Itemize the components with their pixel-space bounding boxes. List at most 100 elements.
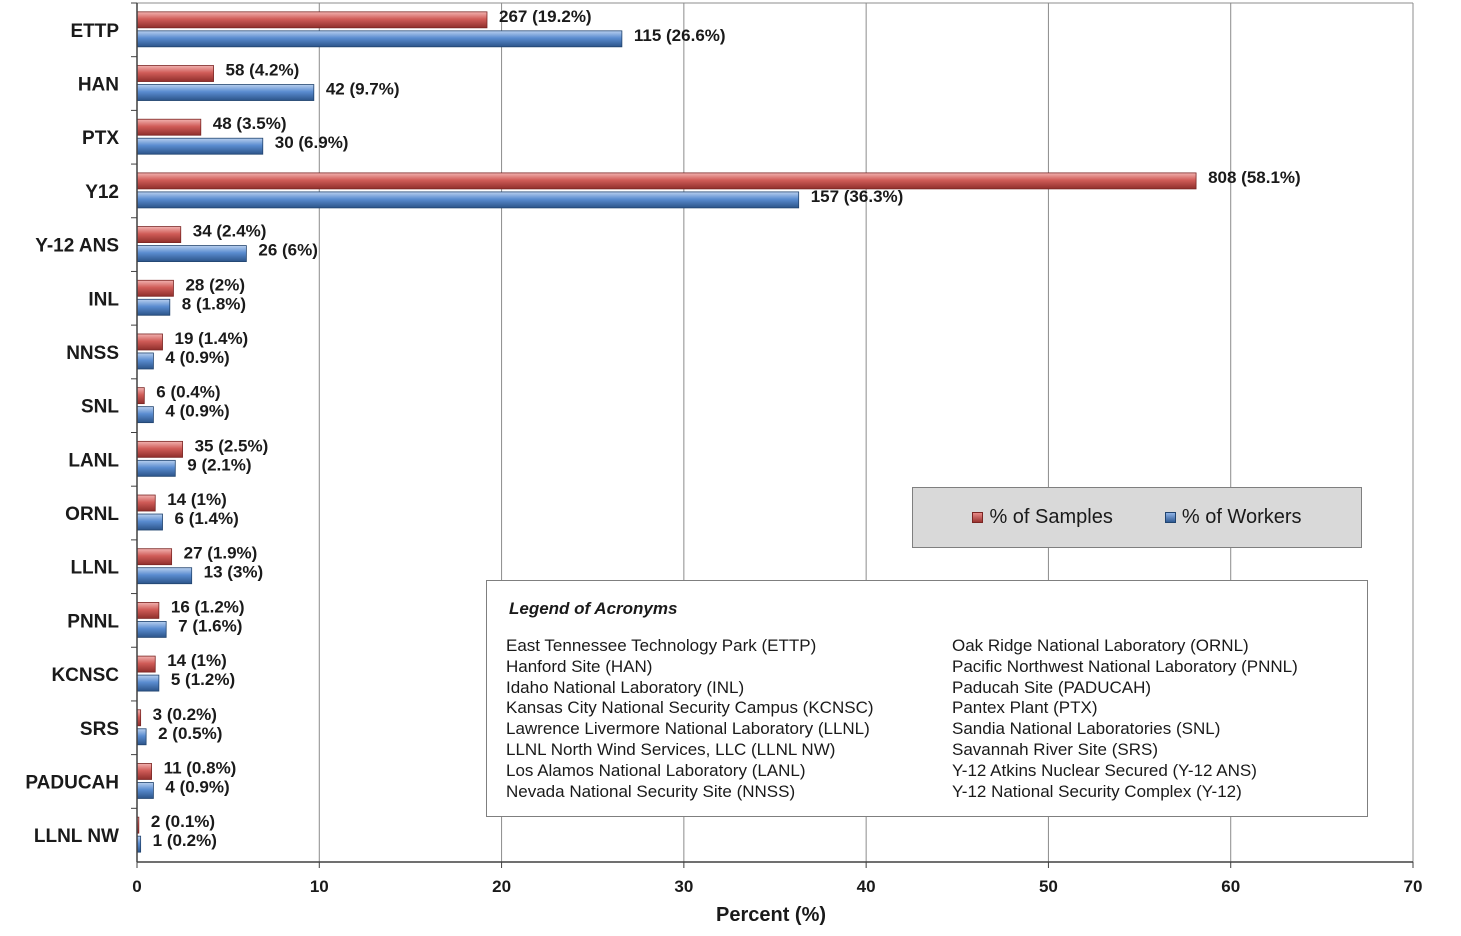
bar-samples [136,494,156,512]
bar-workers [136,782,154,799]
bar-workers [136,137,264,155]
category-label: SRS [80,719,119,740]
bar-samples [136,11,488,29]
bar-workers [136,30,623,48]
data-label-workers: 2 (0.5%) [158,724,222,743]
category-label: Y12 [85,182,119,203]
acronym-entry: Y-12 Atkins Nuclear Secured (Y-12 ANS) [952,760,1257,780]
acronym-entry: Oak Ridge National Laboratory (ORNL) [952,636,1249,655]
x-tick-label: 20 [492,877,511,896]
bar-samples [136,440,183,458]
bar-samples [136,602,160,619]
category-label: ETTP [70,21,119,42]
bar-samples [136,65,214,82]
data-label-samples: 34 (2.4%) [193,222,267,241]
category-label: HAN [78,75,119,96]
data-label-workers: 157 (36.3%) [811,187,904,206]
category-label: PTX [82,128,119,149]
acronym-entry: Pacific Northwest National Laboratory (P… [952,656,1298,676]
acronym-entry: Savannah River Site (SRS) [952,739,1158,759]
category-label: LLNL NW [34,826,119,847]
legend-swatch-samples [972,512,984,523]
x-axis-title: Percent (%) [716,904,826,926]
category-label: SNL [81,397,119,418]
data-label-samples: 28 (2%) [185,275,245,294]
bar-workers [136,84,315,101]
acronym-entry: Lawrence Livermore National Laboratory (… [506,719,870,739]
bar-workers [136,567,193,585]
acronym-entry: LLNL North Wind Services, LLC (LLNL NW) [506,739,836,759]
category-label: NNSS [66,343,119,364]
acronym-entry: Pantex Plant (PTX) [952,698,1098,718]
category-label: ORNL [65,504,119,525]
bar-samples [136,655,156,673]
x-tick-label: 70 [1404,877,1423,896]
data-label-workers: 42 (9.7%) [326,80,400,99]
bar-workers [136,728,147,746]
bar-workers [136,191,800,209]
category-label: PNNL [67,611,119,632]
data-label-workers: 1 (0.2%) [153,831,217,850]
bar-samples [136,226,182,243]
x-tick-label: 10 [310,877,329,896]
legend-item-workers: % of Workers [1164,506,1302,529]
acronym-entry: Idaho National Laboratory (INL) [506,677,745,697]
data-label-workers: 7 (1.6%) [178,616,242,635]
legend-item-samples: % of Samples [972,506,1113,529]
data-label-workers: 4 (0.9%) [165,402,229,421]
x-tick-label: 40 [857,877,876,896]
bar-samples [136,279,174,297]
legend-label-samples: % of Samples [989,506,1113,528]
data-label-samples: 14 (1%) [167,651,227,670]
data-label-samples: 267 (19.2%) [499,7,592,26]
data-label-samples: 3 (0.2%) [153,705,217,724]
data-label-workers: 13 (3%) [204,563,264,582]
data-label-samples: 16 (1.2%) [171,597,245,616]
acronym-column-right: Oak Ridge National Laboratory (ORNL) Pac… [952,636,1298,802]
acronym-entry: Y-12 National Security Complex (Y-12) [952,781,1242,801]
data-label-samples: 11 (0.8%) [164,758,237,777]
data-label-samples: 27 (1.9%) [184,544,258,563]
data-label-samples: 19 (1.4%) [175,329,249,348]
acronym-legend-title: Legend of Acronyms [509,599,678,618]
acronym-entry: Paducah Site (PADUCAH) [952,677,1152,697]
category-label: Y-12 ANS [35,236,119,257]
acronym-legend: Legend of Acronyms East Tennessee Techno… [486,580,1368,817]
data-label-workers: 5 (1.2%) [171,670,235,689]
data-label-samples: 58 (4.2%) [226,61,300,80]
x-tick-label: 30 [674,877,693,896]
data-label-workers: 4 (0.9%) [165,777,229,796]
bar-workers [136,674,160,692]
bar-workers [136,621,167,638]
data-label-workers: 26 (6%) [258,241,318,260]
data-label-samples: 808 (58.1%) [1208,168,1301,187]
acronym-entry: East Tennessee Technology Park (ETTP) [506,636,817,655]
acronym-entry: Sandia National Laboratories (SNL) [952,719,1221,739]
category-label: PADUCAH [25,772,119,793]
bar-workers [136,406,154,424]
data-label-workers: 6 (1.4%) [175,509,239,528]
data-label-workers: 4 (0.9%) [165,348,229,367]
data-label-samples: 2 (0.1%) [151,812,215,831]
data-label-workers: 9 (2.1%) [187,455,251,474]
x-tick-label: 60 [1221,877,1240,896]
acronym-entry: Kansas City National Security Campus (KC… [506,698,874,718]
category-label: LLNL [70,558,119,579]
series-legend: % of Samples % of Workers [912,487,1362,548]
acronym-entry: Los Alamos National Laboratory (LANL) [506,760,806,780]
data-label-samples: 48 (3.5%) [213,114,287,133]
category-label: LANL [68,450,119,471]
data-label-samples: 14 (1%) [167,490,227,509]
bar-samples [136,548,173,566]
data-label-samples: 35 (2.5%) [195,436,269,455]
data-label-workers: 30 (6.9%) [275,133,349,152]
legend-label-workers: % of Workers [1181,506,1302,528]
acronym-entry: Nevada National Security Site (NNSS) [506,781,796,801]
legend-swatch-workers [1164,512,1176,523]
data-label-workers: 8 (1.8%) [182,294,246,313]
bar-workers [136,352,154,370]
x-tick-label: 0 [132,877,141,896]
bar-samples [136,387,145,405]
bar-samples [136,172,1197,190]
bar-workers [136,298,171,316]
